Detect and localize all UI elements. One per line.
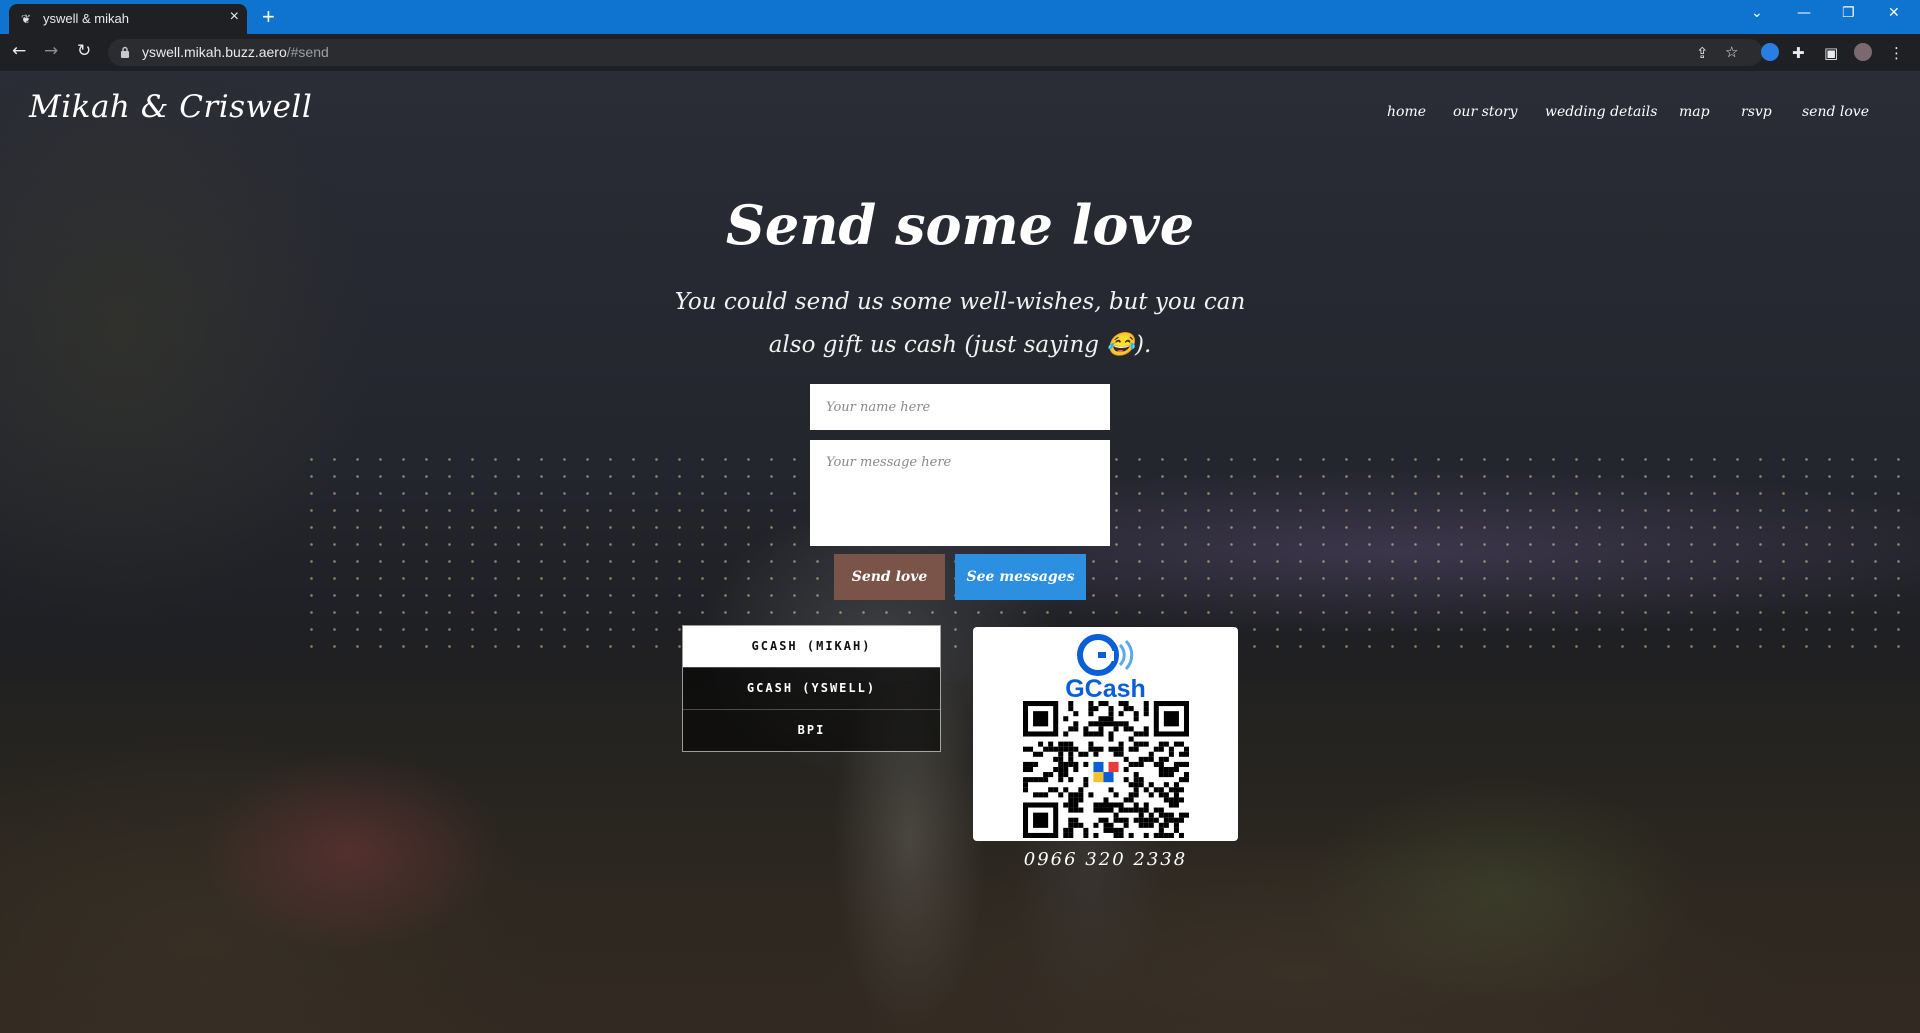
nav-rsvp[interactable]: rsvp: [1741, 104, 1772, 120]
close-window-icon[interactable]: ✕: [1888, 5, 1900, 21]
payment-option-gcash-yswell[interactable]: GCASH (YSWELL): [683, 667, 940, 709]
payment-options: GCASH (MIKAH) GCASH (YSWELL) BPI: [682, 625, 941, 752]
bookmark-star-icon[interactable]: ☆: [1725, 43, 1738, 61]
page-content: Mikah & Criswell home our story wedding …: [0, 71, 1920, 1033]
share-icon[interactable]: ⇪: [1696, 44, 1709, 62]
browser-tab[interactable]: ❦ yswell & mikah ×: [9, 4, 247, 34]
background-foliage: [0, 681, 1920, 1033]
side-panel-icon[interactable]: ▣: [1824, 44, 1838, 62]
favicon-icon: ❦: [21, 12, 32, 26]
payment-option-bpi[interactable]: BPI: [683, 709, 940, 751]
menu-kebab-icon[interactable]: ⋮: [1889, 44, 1904, 62]
name-input[interactable]: [810, 384, 1110, 430]
see-messages-button[interactable]: See messages: [955, 554, 1086, 600]
tab-search-icon[interactable]: ⌄: [1751, 5, 1763, 21]
url-host: yswell.mikah.buzz.aero: [142, 44, 287, 60]
message-input[interactable]: [810, 440, 1110, 546]
url-path: /#send: [286, 44, 329, 60]
browser-toolbar: ← → ↻ yswell.mikah.buzz.aero/#send ⇪ ☆ ✚…: [0, 34, 1920, 71]
nav-map[interactable]: map: [1679, 104, 1710, 120]
nav-home[interactable]: home: [1387, 104, 1426, 120]
address-bar[interactable]: yswell.mikah.buzz.aero/#send ⇪ ☆: [108, 39, 1763, 66]
gcash-qr-card: GCash: [973, 627, 1238, 841]
nav-send-love[interactable]: send love: [1802, 104, 1869, 120]
qr-code-icon: [1023, 701, 1189, 838]
nav-our-story[interactable]: our story: [1453, 104, 1517, 120]
page-title: Send some love: [725, 193, 1195, 257]
new-tab-button[interactable]: +: [262, 4, 275, 30]
gcash-brand-text: GCash: [1065, 675, 1146, 703]
extensions-puzzle-icon[interactable]: ✚: [1792, 44, 1805, 62]
extension-icon[interactable]: [1761, 43, 1779, 61]
gcash-number: 0966 320 2338: [1023, 849, 1188, 870]
restore-icon[interactable]: ❐: [1842, 5, 1855, 21]
send-love-button[interactable]: Send love: [834, 554, 945, 600]
tab-bar: ❦ yswell & mikah × + ⌄ — ❐ ✕: [0, 0, 1920, 34]
nav-wedding-details[interactable]: wedding details: [1545, 104, 1657, 120]
forward-icon[interactable]: →: [44, 41, 58, 61]
lock-icon: [121, 46, 129, 58]
minimize-icon[interactable]: —: [1797, 5, 1811, 21]
page-subtitle: You could send us some well-wishes, but …: [674, 289, 1246, 358]
close-tab-icon[interactable]: ×: [230, 8, 239, 26]
gcash-logo-icon: [1077, 634, 1134, 676]
site-brand[interactable]: Mikah & Criswell: [29, 89, 312, 125]
reload-icon[interactable]: ↻: [77, 41, 91, 61]
payment-option-gcash-mikah[interactable]: GCASH (MIKAH): [683, 626, 940, 667]
back-icon[interactable]: ←: [12, 41, 26, 61]
tab-title: yswell & mikah: [43, 11, 129, 26]
avatar[interactable]: [1854, 43, 1872, 61]
url-text: yswell.mikah.buzz.aero/#send: [142, 44, 329, 60]
